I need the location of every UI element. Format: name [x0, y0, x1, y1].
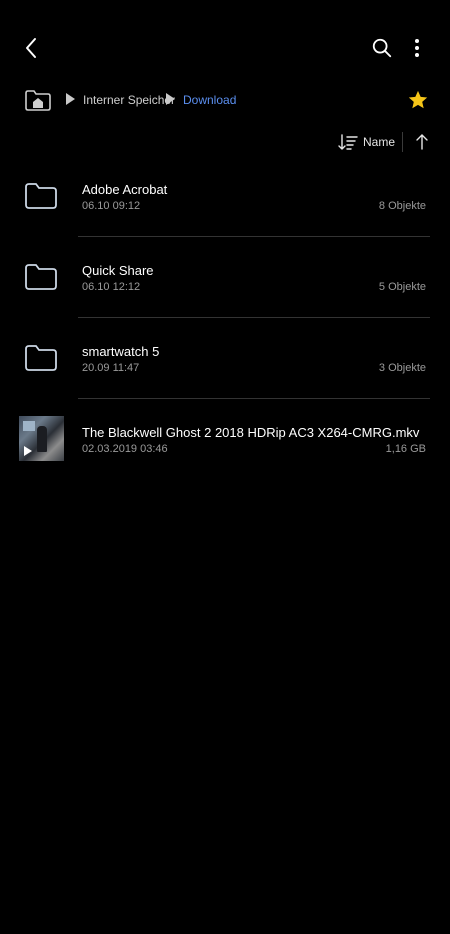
list-divider	[78, 236, 430, 237]
file-date: 02.03.2019 03:46	[82, 443, 168, 455]
list-divider	[78, 398, 430, 399]
file-name: The Blackwell Ghost 2 2018 HDRip AC3 X26…	[82, 425, 420, 440]
file-name: smartwatch 5	[82, 344, 160, 359]
sort-bar: Name	[0, 124, 450, 160]
file-size: 1,16 GB	[385, 443, 426, 455]
back-button[interactable]	[14, 30, 50, 66]
file-date: 06.10 12:12	[82, 281, 141, 293]
breadcrumb: Interner Speicher Download	[0, 80, 450, 120]
folder-icon	[25, 183, 57, 209]
breadcrumb-download[interactable]: Download	[183, 92, 236, 108]
sort-label[interactable]: Name	[363, 134, 395, 150]
star-icon	[408, 90, 428, 109]
arrow-up-icon	[416, 134, 428, 150]
home-folder-icon	[25, 90, 51, 111]
thumbnail-window	[23, 421, 35, 431]
more-options-button[interactable]	[402, 30, 432, 66]
play-icon	[24, 446, 32, 456]
sort-order-button[interactable]	[408, 128, 436, 156]
favorite-button[interactable]	[402, 84, 434, 116]
list-item-folder[interactable]: smartwatch 5 20.09 11:47 3 Objekte	[0, 319, 450, 399]
file-name: Quick Share	[82, 263, 154, 278]
list-divider	[78, 317, 430, 318]
chevron-left-icon	[26, 38, 36, 58]
breadcrumb-internal-storage[interactable]: Interner Speicher	[83, 92, 175, 108]
list-item-video[interactable]: The Blackwell Ghost 2 2018 HDRip AC3 X26…	[0, 400, 450, 480]
sort-icon	[338, 134, 358, 150]
file-date: 20.09 11:47	[82, 362, 140, 374]
item-count: 3 Objekte	[378, 362, 426, 374]
sort-divider	[402, 132, 403, 152]
file-date: 06.10 09:12	[82, 200, 141, 212]
list-item-folder[interactable]: Quick Share 06.10 12:12 5 Objekte	[0, 238, 450, 318]
search-icon	[372, 38, 392, 58]
more-vertical-icon	[415, 39, 419, 57]
folder-icon	[25, 345, 57, 371]
breadcrumb-separator-icon	[166, 93, 175, 105]
search-button[interactable]	[364, 30, 400, 66]
breadcrumb-separator-icon	[66, 93, 75, 105]
list-item-folder[interactable]: Adobe Acrobat 06.10 09:12 8 Objekte	[0, 157, 450, 237]
home-folder-button[interactable]	[22, 84, 54, 116]
item-count: 5 Objekte	[378, 281, 426, 293]
sort-button[interactable]	[336, 130, 360, 154]
file-name: Adobe Acrobat	[82, 182, 168, 197]
video-thumbnail	[19, 416, 64, 461]
folder-icon	[25, 264, 57, 290]
item-count: 8 Objekte	[378, 200, 426, 212]
thumbnail-figure	[37, 426, 47, 452]
